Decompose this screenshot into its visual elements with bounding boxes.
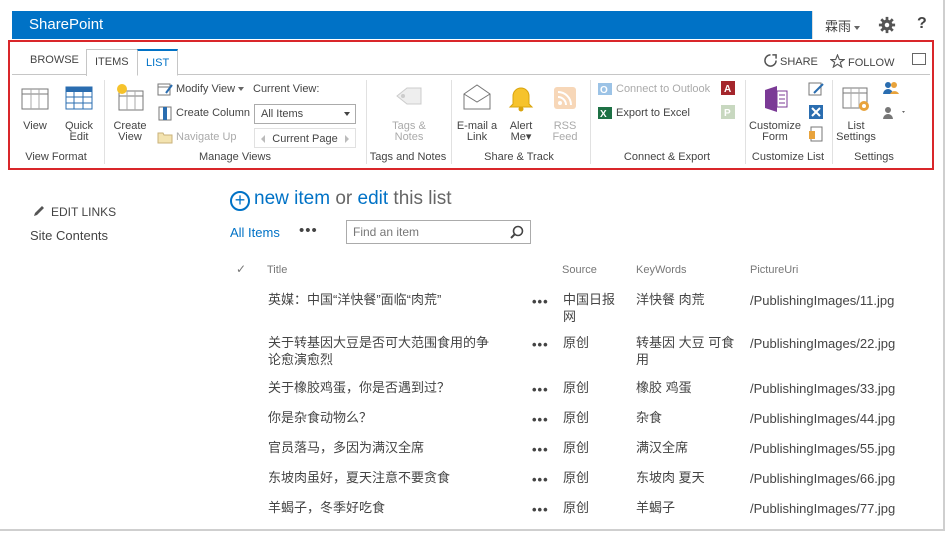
suite-bar-right: 霖雨 ? <box>812 11 940 39</box>
row-source: 原创 <box>563 380 590 395</box>
pencil-icon <box>34 206 44 216</box>
chevron-down-icon <box>854 25 861 30</box>
column-header-title[interactable]: Title <box>267 264 287 276</box>
edit-links-button[interactable]: EDIT LINKS <box>33 205 116 219</box>
site-contents-link[interactable]: Site Contents <box>30 228 108 243</box>
row-keywords: 转基因 大豆 可食用 <box>636 335 735 367</box>
row-title[interactable]: 官员落马，多因为满汉全席 <box>268 439 498 456</box>
row-menu-button[interactable]: ••• <box>532 336 549 353</box>
new-item-bar: + new item or edit this list <box>230 188 452 211</box>
row-menu-button[interactable]: ••• <box>532 381 549 398</box>
new-item-link[interactable]: new item <box>254 188 330 209</box>
row-keywords: 东坡肉 夏天 <box>636 470 705 485</box>
edit-link[interactable]: edit <box>358 188 389 209</box>
row-menu-button[interactable]: ••• <box>532 441 549 458</box>
row-source: 原创 <box>563 335 590 350</box>
this-list-text: this list <box>393 188 452 209</box>
edit-links-label: EDIT LINKS <box>51 205 117 219</box>
column-header-keywords[interactable]: KeyWords <box>636 264 687 276</box>
row-picture: /PublishingImages/33.jpg <box>750 381 896 396</box>
row-source: 原创 <box>563 440 590 455</box>
row-title[interactable]: 英媒：中国“洋快餐”面临“肉荒” <box>268 291 498 308</box>
row-menu-button[interactable]: ••• <box>532 411 549 428</box>
row-picture: /PublishingImages/11.jpg <box>750 293 895 308</box>
row-title[interactable]: 你是杂食动物么？ <box>268 409 498 426</box>
row-keywords: 满汉全席 <box>636 440 689 455</box>
row-keywords: 洋快餐 肉荒 <box>636 292 705 307</box>
row-picture: /PublishingImages/22.jpg <box>750 336 896 351</box>
row-source: 原创 <box>563 470 590 485</box>
row-picture: /PublishingImages/44.jpg <box>750 411 896 426</box>
row-keywords: 羊蝎子 <box>636 500 676 515</box>
row-picture: /PublishingImages/55.jpg <box>750 441 896 456</box>
row-title[interactable]: 东坡肉虽好，夏天注意不要贪食 <box>268 469 498 486</box>
row-title[interactable]: 羊蝎子，冬季好吃食 <box>268 499 498 516</box>
row-source: 原创 <box>563 500 590 515</box>
user-menu[interactable]: 霖雨 <box>825 16 861 35</box>
select-all-checkbox[interactable]: ✓ <box>236 262 246 276</box>
suite-bar: SharePoint 霖雨 ? <box>12 11 940 39</box>
help-icon[interactable]: ? <box>917 15 927 33</box>
row-menu-button[interactable]: ••• <box>532 501 549 518</box>
row-title[interactable]: 关于橡胶鸡蛋，你是否遇到过？ <box>268 379 498 396</box>
search-icon[interactable] <box>510 225 524 239</box>
brand-logo[interactable]: SharePoint <box>29 16 103 33</box>
row-keywords: 杂食 <box>636 410 663 425</box>
view-all-items[interactable]: All Items <box>230 225 280 240</box>
add-icon[interactable]: + <box>230 191 250 211</box>
row-picture: /PublishingImages/66.jpg <box>750 471 896 486</box>
row-menu-button[interactable]: ••• <box>532 293 549 310</box>
search-box <box>346 220 531 244</box>
gear-icon[interactable] <box>878 16 896 34</box>
column-header-source[interactable]: Source <box>562 264 597 276</box>
column-header-picture[interactable]: PictureUri <box>750 264 798 276</box>
user-name: 霖雨 <box>825 19 852 34</box>
or-text: or <box>335 188 353 209</box>
row-source: 中国日报网 <box>563 292 616 324</box>
ribbon-highlight-box <box>8 40 934 170</box>
row-title[interactable]: 关于转基因大豆是否可大范围食用的争论愈演愈烈 <box>268 334 498 368</box>
row-source: 原创 <box>563 410 590 425</box>
row-keywords: 橡胶 鸡蛋 <box>636 380 692 395</box>
more-views-button[interactable]: ••• <box>299 222 318 239</box>
row-menu-button[interactable]: ••• <box>532 471 549 488</box>
search-input[interactable] <box>347 221 497 243</box>
row-picture: /PublishingImages/77.jpg <box>750 501 896 516</box>
